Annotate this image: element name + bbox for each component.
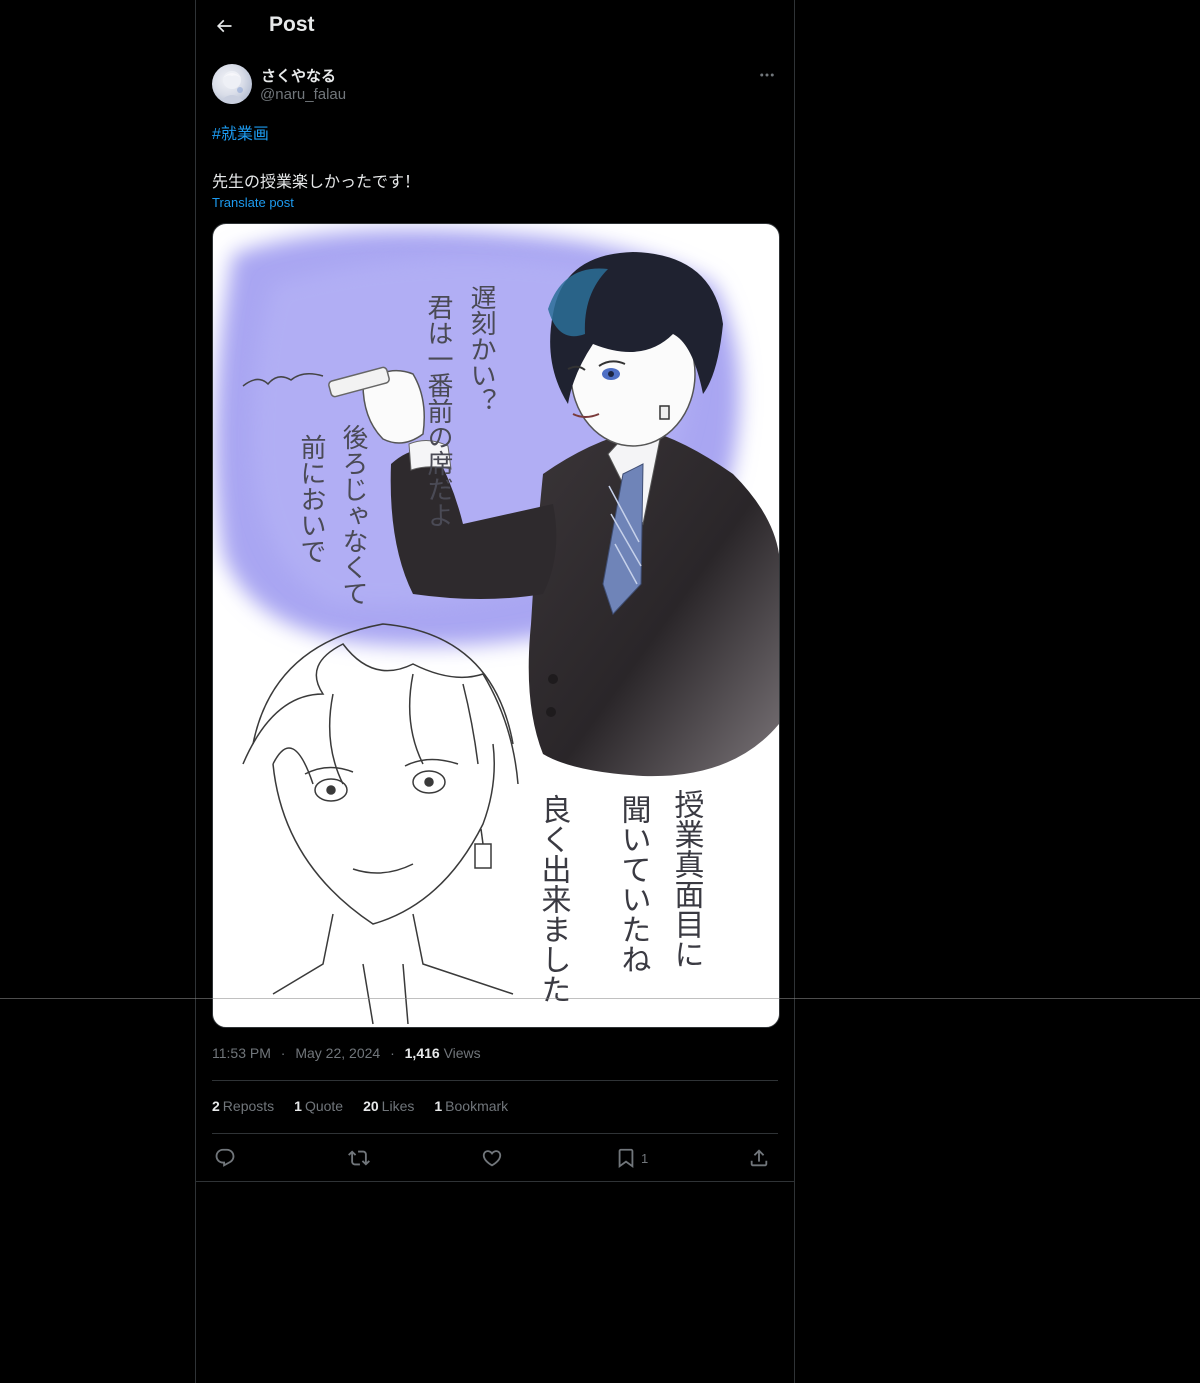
translate-post-link[interactable]: Translate post <box>212 195 294 210</box>
bookmark-icon <box>618 1148 634 1169</box>
likes-label: Likes <box>381 1098 415 1114</box>
post-time[interactable]: 11:53 PM <box>212 1045 271 1061</box>
author-display-name[interactable]: さくやなる <box>261 65 336 86</box>
share-button[interactable] <box>748 1143 770 1173</box>
hashtag-link[interactable]: #就業画 <box>212 120 269 144</box>
bookmarks-count: 1 <box>434 1098 443 1114</box>
back-button[interactable] <box>208 10 240 42</box>
post-text: 先生の授業楽しかったです！ <box>212 174 421 191</box>
reposts-count: 2 <box>212 1098 220 1114</box>
image-text-7: 良く出来ました <box>536 794 571 1004</box>
author-handle[interactable]: @naru_falau <box>260 86 346 103</box>
likes-stat[interactable]: 20 Likes <box>363 1098 414 1114</box>
quotes-stat[interactable]: 1 Quote <box>294 1098 343 1114</box>
bookmark-button[interactable]: 1 <box>615 1143 648 1173</box>
meta-separator: · <box>390 1045 395 1061</box>
repost-button[interactable] <box>348 1143 370 1173</box>
quotes-count: 1 <box>294 1098 302 1114</box>
illustration: 遅刻かい？ 君は一番前の席だよ 後ろじゃなくて 前においで 授業真面目に 聞いて… <box>215 229 779 1025</box>
post-bottom-border <box>196 1181 794 1182</box>
more-horizontal-icon <box>760 73 774 77</box>
reposts-label: Reposts <box>222 1098 275 1114</box>
like-button[interactable] <box>481 1143 503 1173</box>
post-date[interactable]: May 22, 2024 <box>295 1045 380 1061</box>
image-text-6: 聞いていたね <box>616 794 651 974</box>
author-row: さくやなる @naru_falau <box>212 64 778 108</box>
divider <box>212 1080 778 1081</box>
more-options-button[interactable] <box>756 64 778 86</box>
illustration-handwriting-lower: 授業真面目に 聞いていたね 良く出来ました <box>536 789 705 1004</box>
reposts-stat[interactable]: 2 Reposts <box>212 1098 274 1114</box>
post-column: Post さくやなる @naru_falau #就業画 先生の授業楽しかったです… <box>195 0 795 1383</box>
bookmark-count: 1 <box>641 1150 649 1166</box>
views-label: Views <box>443 1045 481 1061</box>
reply-icon <box>215 1148 235 1167</box>
image-text-5: 授業真面目に <box>669 789 705 969</box>
repost-icon <box>348 1150 370 1166</box>
image-text-3: 後ろじゃなくて <box>338 424 368 606</box>
meta-separator: · <box>280 1045 286 1061</box>
image-text-4: 前においで <box>296 434 326 564</box>
divider <box>212 1133 778 1134</box>
avatar[interactable] <box>212 64 252 104</box>
engagement-stats: 2 Reposts 1 Quote 20 Likes 1 Bookmark <box>212 1098 508 1114</box>
image-text-2: 君は一番前の席だよ <box>423 294 453 528</box>
top-bar: Post <box>196 0 794 54</box>
post-image[interactable]: 遅刻かい？ 君は一番前の席だよ 後ろじゃなくて 前においで 授業真面目に 聞いて… <box>212 223 780 1028</box>
views-count: 1,416 <box>404 1045 440 1061</box>
page-title: Post <box>269 13 315 36</box>
post-meta: 11:53 PM · May 22, 2024 · 1,416 Views <box>212 1045 481 1061</box>
heart-icon <box>482 1150 502 1167</box>
horizontal-guide-line <box>0 998 1200 999</box>
bookmarks-stat[interactable]: 1 Bookmark <box>434 1098 508 1114</box>
reply-button[interactable] <box>214 1143 236 1173</box>
image-text-1: 遅刻かい？ <box>466 284 496 414</box>
likes-count: 20 <box>363 1098 379 1114</box>
quotes-label: Quote <box>304 1098 344 1114</box>
bookmarks-label: Bookmark <box>445 1098 509 1114</box>
share-icon <box>750 1149 768 1167</box>
action-bar: 1 <box>212 1143 778 1173</box>
arrow-left-icon <box>216 19 232 33</box>
